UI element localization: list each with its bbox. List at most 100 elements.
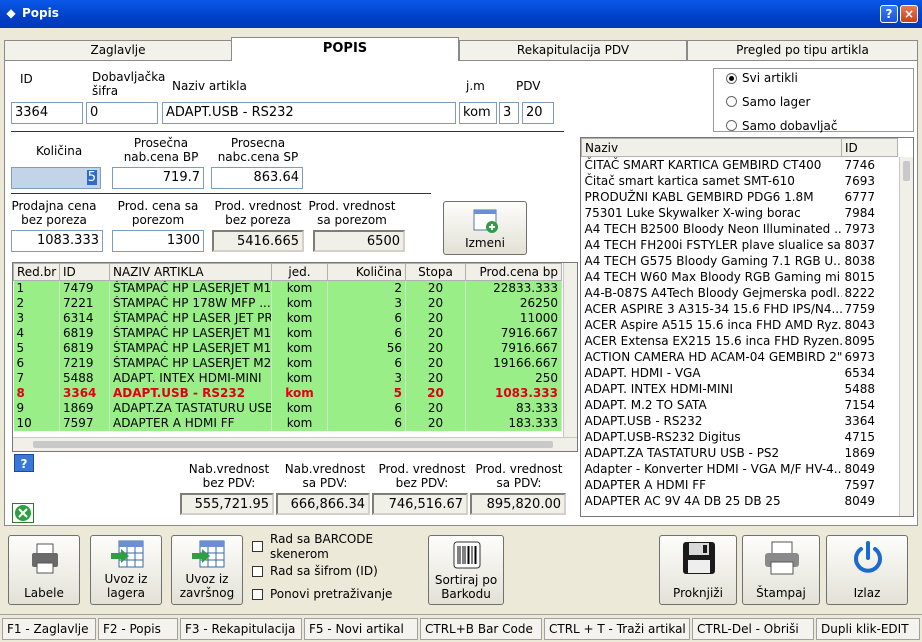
kolicina-input[interactable]: 5 (11, 167, 101, 189)
table-row[interactable]: 10 7597 ADAPTER A HDMI FF kom 6 20 183.333 (13, 415, 562, 431)
radio-svi[interactable] (726, 73, 737, 84)
grid-col-jed[interactable]: jed. (271, 263, 328, 281)
list-item[interactable]: ADAPT.ZA TASTATURU USB - PS2 1869 (582, 445, 898, 461)
status-f3[interactable]: F3 - Rekapitulacija (180, 618, 302, 640)
pros-sp-input[interactable]: 863.64 (211, 167, 303, 189)
status-ctrl-del[interactable]: CTRL-Del - Obriši (692, 618, 814, 640)
list-item[interactable]: ACER Aspire A515 15.6 inca FHD AMD Ryz..… (582, 317, 898, 333)
grid-col-naziv[interactable]: NAZIV ARTIKLA (109, 263, 272, 281)
list-item[interactable]: ADAPT. INTEX HDMI-MINI 5488 (582, 381, 898, 397)
list-item[interactable]: Adapter - Konverter HDMI - VGA M/F HV-4.… (582, 461, 898, 477)
list-cell: ADAPT. INTEX HDMI-MINI (584, 381, 734, 396)
list-cell: 7746 (844, 157, 876, 172)
table-row[interactable]: 9 1869 ADAPT.ZA TASTATURU USB ... kom 6 20 83.… (13, 400, 562, 416)
list-item[interactable]: ACER Extensa EX215 15.6 inca FHD Ryzen..… (582, 333, 898, 349)
radio-lager[interactable] (726, 96, 737, 107)
table-row[interactable]: 7 5488 ADAPT. INTEX HDMI-MINI kom 3 20 250 (13, 370, 562, 386)
list-item[interactable]: ADAPTER A HDMI FF 7597 (582, 477, 898, 493)
uvoz-lager-button[interactable]: Uvoz iz lagera (90, 535, 162, 605)
table-row[interactable]: 1 7479 ŠTAMPAČ HP LASERJET M1... kom 2 20 2283… (13, 280, 562, 296)
stampaj-button[interactable]: Štampaj (742, 535, 820, 605)
table-cell: 5 (327, 385, 406, 401)
list-item[interactable]: ACER ASPIRE 3 A315-34 15.6 FHD IPS/N4...… (582, 301, 898, 317)
status-ctrl-b[interactable]: CTRL+B Bar Code (420, 618, 542, 640)
list-item[interactable]: ČITAČ SMART KARTICA GEMBIRD CT400 7746 (582, 157, 898, 173)
list-item[interactable]: A4 TECH B2500 Bloody Neon Illuminated ..… (582, 221, 898, 237)
table-cell: 5 (13, 340, 60, 356)
list-cell: 1869 (844, 445, 876, 460)
grid-col-stopa[interactable]: Stopa (405, 263, 466, 281)
list-item[interactable]: ADAPT. M.2 TO SATA 7154 (582, 397, 898, 413)
status-ctrl-t[interactable]: CTRL + T - Traži artikal (544, 618, 690, 640)
sortiraj-button[interactable]: Sortiraj po Barkodu (428, 535, 504, 605)
proknjizi-button[interactable]: Proknjiži (659, 535, 737, 605)
pdv-code-input[interactable]: 3 (499, 102, 519, 124)
table-row[interactable]: 5 6819 ŠTAMPAČ HP LASERJET M1... kom 56 20 791… (13, 340, 562, 356)
tab-pregled[interactable]: Pregled po tipu artikla (687, 40, 918, 60)
table-cell: 10 (13, 415, 60, 431)
list-item[interactable]: ADAPT. HDMI - VGA 6534 (582, 365, 898, 381)
dob-sifra-input[interactable]: 0 (86, 102, 158, 124)
izlaz-button[interactable]: Izlaz (826, 535, 908, 605)
excel-export-button[interactable] (12, 503, 34, 523)
list-item[interactable]: A4 TECH G575 Bloody Gaming 7.1 RGB U... 8… (582, 253, 898, 269)
tab-zaglavlje[interactable]: Zaglavlje (4, 40, 232, 60)
tab-popis[interactable]: POPIS (231, 37, 459, 61)
table-cell: 6314 (59, 310, 110, 326)
list-item[interactable]: 75301 Luke Skywalker X-wing borac 7984 (582, 205, 898, 221)
prod-cena-bez-input[interactable]: 1083.333 (11, 230, 103, 252)
uvoz-zavrsnog-button[interactable]: Uvoz iz završnog (171, 535, 243, 605)
list-item[interactable]: ADAPTER AC 9V 4A DB 25 DB 25 8049 (582, 493, 898, 509)
list-vscrollbar[interactable] (899, 157, 913, 516)
naziv-input[interactable]: ADAPT.USB - RS232 (162, 102, 456, 124)
table-cell: ŠTAMPAČ HP 178W MFP ... (109, 295, 272, 311)
list-item[interactable]: ACTION CAMERA HD ACAM-04 GEMBIRD 2" 6973 (582, 349, 898, 365)
pros-bp-input[interactable]: 719.7 (112, 167, 204, 189)
grid-hscrollbar[interactable] (13, 437, 577, 451)
popis-grid[interactable]: Red.br ID NAZIV ARTIKLA jed. Količina St… (12, 262, 578, 452)
ponovi-checkbox[interactable] (252, 589, 263, 600)
list-item[interactable]: A4 TECH FH200i FSTYLER plave slualice sa… (582, 237, 898, 253)
list-item[interactable]: A4 TECH W60 Max Bloody RGB Gaming mi 8015 (582, 269, 898, 285)
help-button[interactable]: ? (14, 454, 34, 472)
barcode-checkbox[interactable] (252, 541, 263, 552)
help-title-button[interactable]: ? (880, 5, 898, 23)
grid-col-redbr[interactable]: Red.br (13, 263, 60, 281)
nab-bez-value: 555,721.95 (180, 493, 274, 515)
status-f5[interactable]: F5 - Novi artikal (304, 618, 418, 640)
grid-vscrollbar[interactable] (563, 263, 577, 437)
status-f1[interactable]: F1 - Zaglavlje (2, 618, 96, 640)
labele-button[interactable]: Labele (8, 535, 80, 605)
table-row[interactable]: 2 7221 ŠTAMPAČ HP 178W MFP ... kom 3 20 26250 (13, 295, 562, 311)
list-item[interactable]: Čitač smart kartica samet SMT-610 7693 (582, 173, 898, 189)
list-col-naziv[interactable]: Naziv (581, 138, 842, 157)
jm-input[interactable]: kom (459, 102, 497, 124)
radio-dobavljac[interactable] (726, 120, 737, 131)
sifra-checkbox[interactable] (252, 566, 263, 577)
status-f2[interactable]: F2 - Popis (98, 618, 178, 640)
pdv-value-input[interactable]: 20 (522, 102, 554, 124)
list-item[interactable]: ADAPT.USB-RS232 Digitus 4715 (582, 429, 898, 445)
list-vscroll-thumb[interactable] (903, 161, 910, 181)
grid-col-id[interactable]: ID (59, 263, 110, 281)
close-button[interactable]: × (900, 5, 918, 23)
tab-rekapitulacija[interactable]: Rekapitulacija PDV (459, 40, 687, 60)
table-row[interactable]: 4 6819 ŠTAMPAČ HP LASERJET M1... kom 6 20 7916… (13, 325, 562, 341)
artikli-list[interactable]: Naziv ID ČITAČ SMART KARTICA GEMBIRD CT4… (580, 137, 914, 517)
grid-col-prodcena[interactable]: Prod.cena bp (465, 263, 562, 281)
prod-cena-sa-input[interactable]: 1300 (112, 230, 204, 252)
izmeni-button[interactable]: Izmeni (443, 201, 527, 255)
table-row[interactable]: 6 7219 ŠTAMPAČ HP LASERJET M2... kom 6 20 1916… (13, 355, 562, 371)
id-input[interactable]: 3364 (11, 102, 83, 124)
list-item[interactable]: PRODUŽNI KABL GEMBIRD PDG6 1.8M 6777 (582, 189, 898, 205)
list-col-id[interactable]: ID (841, 138, 898, 157)
list-item[interactable]: A4-B-087S A4Tech Bloody Gejmerska podl..… (582, 285, 898, 301)
table-row[interactable]: 8 3364 ADAPT.USB - RS232 kom 5 20 1083.333 (13, 385, 562, 401)
table-row[interactable]: 3 6314 ŠTAMPAČ HP LASER JET PR... kom 6 20 110… (13, 310, 562, 326)
list-cell: 4715 (844, 429, 876, 444)
list-item[interactable]: ADAPT.USB - RS232 3364 (582, 413, 898, 429)
list-cell: 75301 Luke Skywalker X-wing borac (584, 205, 801, 220)
grid-col-kolicina[interactable]: Količina (327, 263, 406, 281)
grid-hscroll-thumb[interactable] (33, 441, 553, 448)
status-dupli-klik[interactable]: Dupli klik-EDIT (816, 618, 920, 640)
